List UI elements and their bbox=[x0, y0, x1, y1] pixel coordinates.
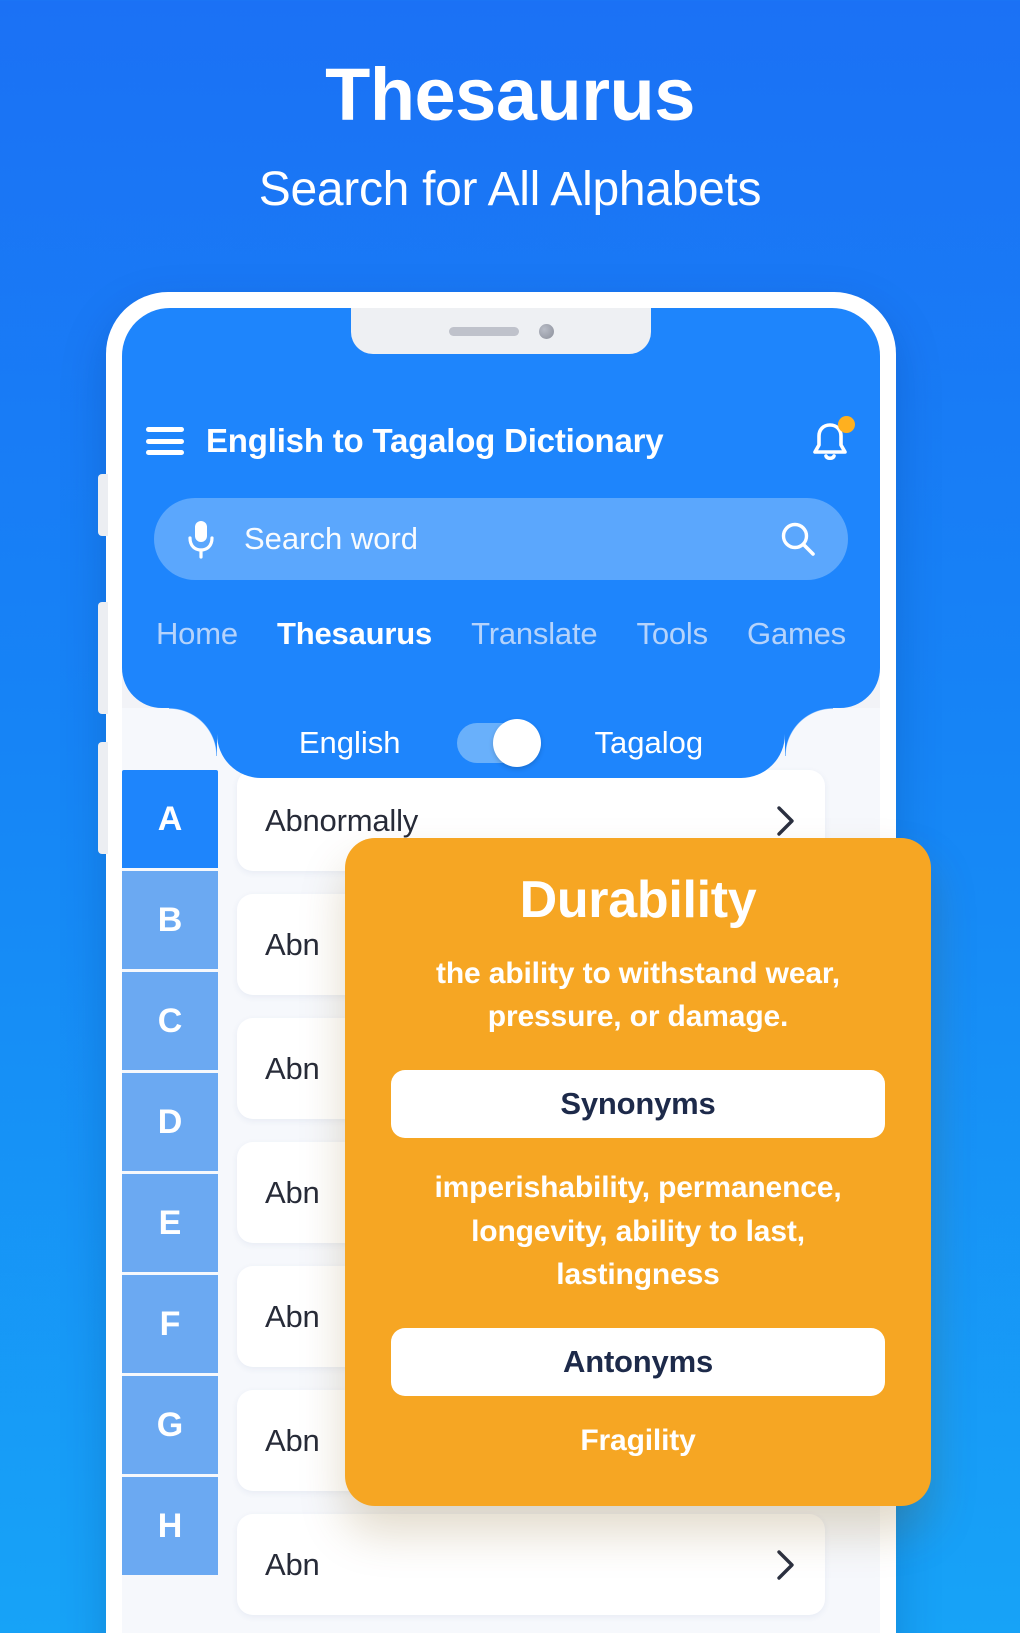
app-bar: English to Tagalog Dictionary bbox=[122, 408, 880, 474]
search-bar[interactable]: Search word bbox=[154, 498, 848, 580]
tab-tools[interactable]: Tools bbox=[637, 616, 709, 652]
header-corner-right bbox=[785, 708, 833, 756]
tab-games[interactable]: Games bbox=[747, 616, 846, 652]
rail-letter-g[interactable]: G bbox=[122, 1376, 218, 1477]
header-corner-left bbox=[169, 708, 217, 756]
synonyms-list: imperishability, permanence, longevity, … bbox=[434, 1171, 842, 1291]
microphone-icon[interactable] bbox=[184, 518, 218, 560]
toggle-knob bbox=[492, 719, 541, 767]
earpiece-speaker bbox=[448, 326, 519, 336]
synonyms-button[interactable]: Synonyms bbox=[391, 1070, 885, 1139]
alphabet-rail: A B C D E F G H bbox=[122, 770, 218, 1578]
phone-button-silent bbox=[98, 474, 108, 536]
phone-button-volume-up bbox=[98, 602, 108, 714]
rail-letter-e[interactable]: E bbox=[122, 1174, 218, 1275]
rail-letter-h[interactable]: H bbox=[122, 1477, 218, 1578]
promo-heading: Thesaurus Search for All Alphabets bbox=[0, 0, 1020, 214]
word-label: Abnormally bbox=[265, 802, 419, 838]
rail-letter-f[interactable]: F bbox=[122, 1275, 218, 1376]
chevron-right-icon bbox=[777, 805, 794, 836]
popup-definition: the ability to withstand wear, pressure,… bbox=[436, 957, 840, 1033]
hamburger-icon[interactable] bbox=[146, 427, 184, 455]
language-toggle[interactable] bbox=[456, 719, 541, 767]
language-label-tagalog: Tagalog bbox=[594, 725, 704, 760]
list-item[interactable]: Abn bbox=[237, 1514, 825, 1615]
chevron-right-icon bbox=[777, 1549, 794, 1580]
word-detail-popup: Durability the ability to withstand wear… bbox=[345, 838, 931, 1506]
language-toggle-bar: English Tagalog bbox=[217, 708, 785, 778]
magnifier-icon[interactable] bbox=[778, 519, 818, 559]
page-title: Thesaurus bbox=[325, 53, 695, 136]
rail-letter-a[interactable]: A bbox=[122, 770, 218, 871]
language-label-english: English bbox=[298, 725, 401, 760]
rail-letter-d[interactable]: D bbox=[122, 1073, 218, 1174]
word-label: Abn bbox=[265, 1546, 320, 1582]
nav-tabs: Home Thesaurus Translate Tools Games bbox=[122, 604, 880, 664]
rail-letter-c[interactable]: C bbox=[122, 972, 218, 1073]
phone-button-volume-down bbox=[98, 742, 108, 854]
page-subtitle: Search for All Alphabets bbox=[258, 163, 762, 216]
antonyms-list: Fragility bbox=[580, 1423, 696, 1457]
popup-word-title: Durability bbox=[519, 871, 757, 929]
app-title: English to Tagalog Dictionary bbox=[206, 422, 664, 459]
search-input[interactable]: Search word bbox=[244, 521, 778, 557]
antonyms-button[interactable]: Antonyms bbox=[391, 1327, 885, 1396]
rail-letter-b[interactable]: B bbox=[122, 871, 218, 972]
tab-thesaurus[interactable]: Thesaurus bbox=[277, 616, 432, 652]
front-camera bbox=[538, 323, 554, 339]
phone-notch bbox=[351, 308, 651, 354]
app-header: English to Tagalog Dictionary Search wor… bbox=[122, 308, 880, 708]
tab-translate[interactable]: Translate bbox=[471, 616, 597, 652]
tab-home[interactable]: Home bbox=[156, 616, 238, 652]
notification-button[interactable] bbox=[804, 415, 856, 467]
notification-badge bbox=[838, 416, 855, 433]
